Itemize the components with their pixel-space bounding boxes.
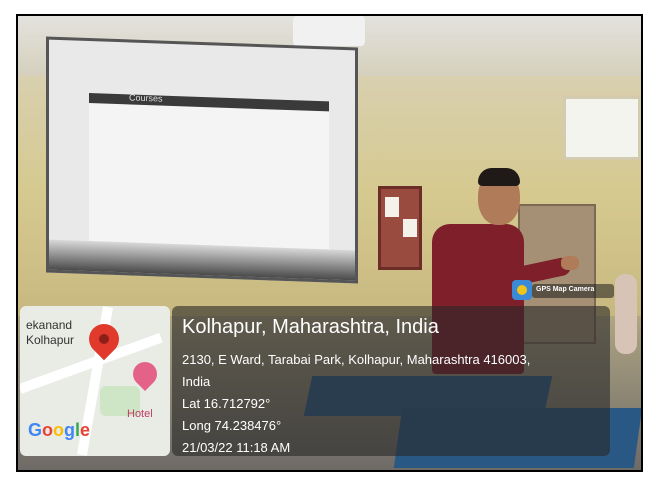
longitude: Long 74.238476° [182,418,282,433]
location-title: Kolhapur, Maharashtra, India [182,316,439,338]
map-poi-label: Hotel [127,408,153,420]
gps-badge-label: GPS Map Camera [536,286,595,293]
notice-paper [403,219,417,237]
screen-heading: Courses [129,92,163,104]
latitude: Lat 16.712792° [182,396,271,411]
presenter-hand [561,256,579,270]
photo-frame: Courses GPS Map Camera ekanand Kolhapur … [0,0,657,487]
timestamp: 21/03/22 11:18 AM [182,440,291,455]
notice-paper [385,197,399,217]
presenter-hair [478,168,520,186]
gps-map-camera-icon [512,280,532,300]
student [615,274,637,354]
screen-content [89,103,329,250]
address-line-2: India [182,374,211,389]
window [563,96,641,160]
projector [293,16,365,46]
projection-screen: Courses [46,36,358,284]
google-logo: Google [28,420,91,440]
notice-board [378,186,422,270]
map-thumbnail: ekanand Kolhapur Hotel Google [20,306,170,456]
address-line-1: 2130, E Ward, Tarabai Park, Kolhapur, Ma… [182,352,531,367]
map-place-label: ekanand Kolhapur [26,318,75,347]
